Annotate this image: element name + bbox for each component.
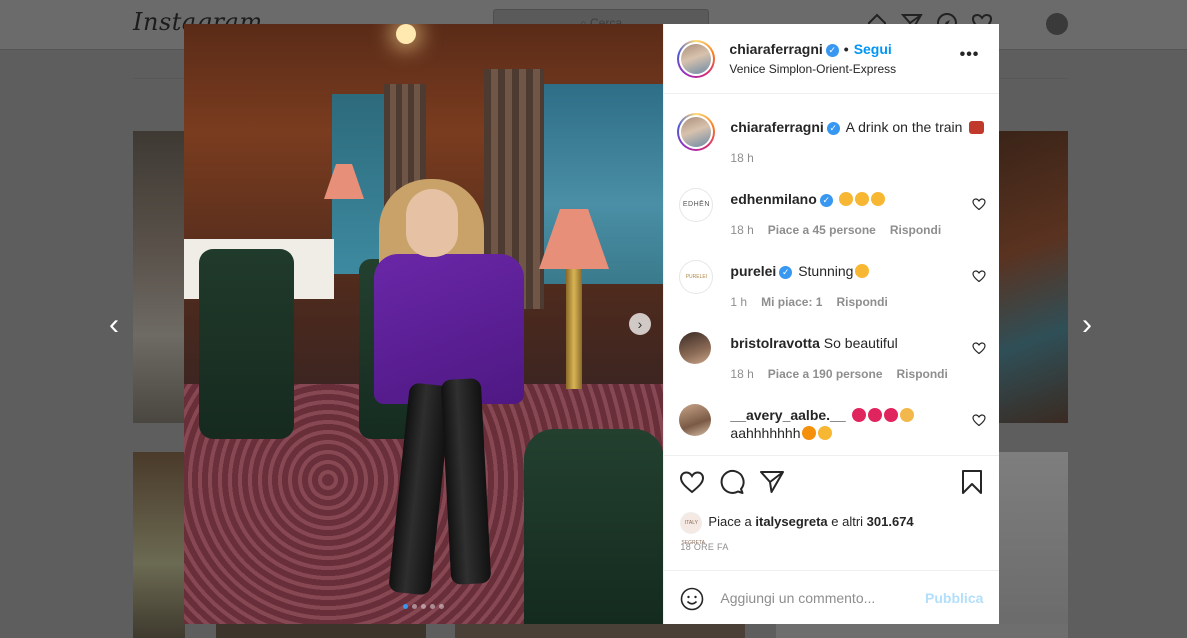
raised-hands-emoji-icon xyxy=(899,408,914,422)
reply-button[interactable]: Rispondi xyxy=(836,295,887,309)
next-post-arrow-icon[interactable]: › xyxy=(1073,310,1101,340)
grid-thumbnail[interactable] xyxy=(133,131,185,423)
heart-eyes-emoji-icon xyxy=(870,192,885,206)
more-options-icon[interactable]: ••• xyxy=(960,46,980,64)
caption-username[interactable]: chiaraferragni xyxy=(730,119,823,135)
comment-time[interactable]: 18 h xyxy=(730,367,753,381)
likes-avatar[interactable]: ITALY SEGRETA xyxy=(680,512,705,546)
grid-thumbnail[interactable] xyxy=(216,624,426,638)
carousel-dot xyxy=(403,604,409,609)
likes-prefix: Piace a xyxy=(708,514,756,529)
fire-emoji-icon xyxy=(802,426,817,440)
red-heart-emoji-icon xyxy=(867,408,882,422)
comment-meta: 18 h Piace a 190 persone Rispondi xyxy=(730,367,947,381)
verified-badge-icon: ✓ xyxy=(826,122,840,135)
like-comment-heart-icon[interactable] xyxy=(972,197,986,211)
comment-avatar[interactable] xyxy=(679,404,712,436)
comment: __avery_aalbe.__ xyxy=(730,407,914,423)
post-header: chiaraferragni ✓ • Segui Venice Simplon-Ori… xyxy=(664,24,1000,94)
grid-thumbnail[interactable] xyxy=(776,624,1068,638)
likes-user[interactable]: italysegreta xyxy=(755,514,827,529)
comment-avatar[interactable] xyxy=(679,332,712,364)
actions-divider xyxy=(664,455,1000,457)
grid-thumbnail[interactable] xyxy=(133,452,185,638)
caption-author-avatar[interactable] xyxy=(677,113,716,151)
next-image-chevron-icon[interactable]: › xyxy=(629,313,651,335)
emoji-smile-icon[interactable] xyxy=(680,587,704,611)
astonished-emoji-icon xyxy=(818,426,833,440)
carousel-dot xyxy=(439,604,445,609)
grid-thumbnail[interactable] xyxy=(455,624,745,638)
grid-thumbnail[interactable] xyxy=(998,452,1068,638)
like-comment-heart-icon[interactable] xyxy=(972,413,986,427)
comment-likes[interactable]: Piace a 45 persone xyxy=(768,223,876,237)
comment-username[interactable]: bristolravotta xyxy=(730,335,819,351)
like-comment-heart-icon[interactable] xyxy=(972,269,986,283)
comment-likes[interactable]: Mi piace: 1 xyxy=(761,295,822,309)
grid-thumbnail[interactable] xyxy=(998,131,1068,423)
author-username[interactable]: chiaraferragni xyxy=(729,41,822,57)
comment-text: aahhhhhhh xyxy=(730,425,801,441)
caption-text: A drink on the train xyxy=(845,119,963,135)
follow-button[interactable]: Segui xyxy=(854,41,892,57)
previous-post-arrow-icon[interactable]: ‹ xyxy=(100,310,128,340)
share-paper-plane-icon[interactable] xyxy=(759,469,785,495)
comment-text: Stunning xyxy=(798,263,854,279)
heart-eyes-emoji-icon xyxy=(854,192,869,206)
reply-button[interactable]: Rispondi xyxy=(897,367,948,381)
comment-username[interactable]: purelei xyxy=(730,263,776,279)
profile-avatar[interactable] xyxy=(1046,13,1068,35)
separator-dot: • xyxy=(843,41,849,57)
comment-time[interactable]: 18 h xyxy=(730,223,753,237)
comment-continuation: aahhhhhhh xyxy=(730,425,833,441)
likes-count[interactable]: 301.674 xyxy=(867,514,914,529)
comment-avatar[interactable]: PURELEI xyxy=(679,260,714,294)
comment-meta: 1 h Mi piace: 1 Rispondi xyxy=(730,295,887,309)
comment-meta: 18 h Piace a 45 persone Rispondi xyxy=(730,223,941,237)
carousel-dot xyxy=(430,604,436,609)
comment-time[interactable]: 1 h xyxy=(730,295,747,309)
comment: edhenmilano ✓ xyxy=(730,191,885,207)
carousel-dot xyxy=(421,604,427,609)
post-modal: › chiaraferragni ✓ • Segui Venice Simplon-O… xyxy=(184,24,1000,625)
post-location[interactable]: Venice Simplon-Orient-Express xyxy=(729,62,896,76)
like-comment-heart-icon[interactable] xyxy=(972,341,986,355)
save-bookmark-icon[interactable] xyxy=(959,469,985,495)
red-heart-emoji-icon xyxy=(851,408,866,422)
train-emoji-icon xyxy=(969,121,985,134)
verified-badge-icon: ✓ xyxy=(819,194,833,207)
verified-badge-icon: ✓ xyxy=(825,44,839,57)
carousel-dot xyxy=(412,604,418,609)
comment-username[interactable]: edhenmilano xyxy=(730,191,816,207)
post-photo[interactable]: › xyxy=(184,24,664,624)
heart-eyes-emoji-icon xyxy=(838,192,853,206)
comment: bristolravotta So beautiful xyxy=(730,335,897,351)
heart-eyes-emoji-icon xyxy=(855,264,870,278)
post-side-panel: chiaraferragni ✓ • Segui Venice Simplon-Ori… xyxy=(663,24,1000,625)
verified-badge-icon: ✓ xyxy=(779,266,793,279)
author-avatar[interactable] xyxy=(677,40,716,78)
reply-button[interactable]: Rispondi xyxy=(890,223,941,237)
comment-likes[interactable]: Piace a 190 persone xyxy=(768,367,883,381)
likes-middle: e altri xyxy=(827,514,867,529)
caption-time[interactable]: 18 h xyxy=(730,151,753,165)
like-heart-icon[interactable] xyxy=(679,469,705,495)
red-heart-emoji-icon xyxy=(883,408,898,422)
comment-input[interactable] xyxy=(720,587,921,609)
caption: chiaraferragni ✓ A drink on the train xyxy=(730,119,985,135)
post-timestamp[interactable]: 18 ORE FA xyxy=(680,542,728,552)
comment-avatar[interactable]: EDHĒN xyxy=(679,188,714,222)
comment-bubble-icon[interactable] xyxy=(719,469,745,495)
carousel-dots xyxy=(184,604,663,609)
comment-username[interactable]: __avery_aalbe.__ xyxy=(730,407,845,423)
publish-button[interactable]: Pubblica xyxy=(925,590,983,606)
comment-text: So beautiful xyxy=(823,335,898,351)
likes-summary[interactable]: Piace a italysegreta e altri 301.674 xyxy=(708,514,913,529)
comment-bar: Pubblica xyxy=(664,570,1000,625)
comment: purelei ✓ Stunning xyxy=(730,263,870,279)
